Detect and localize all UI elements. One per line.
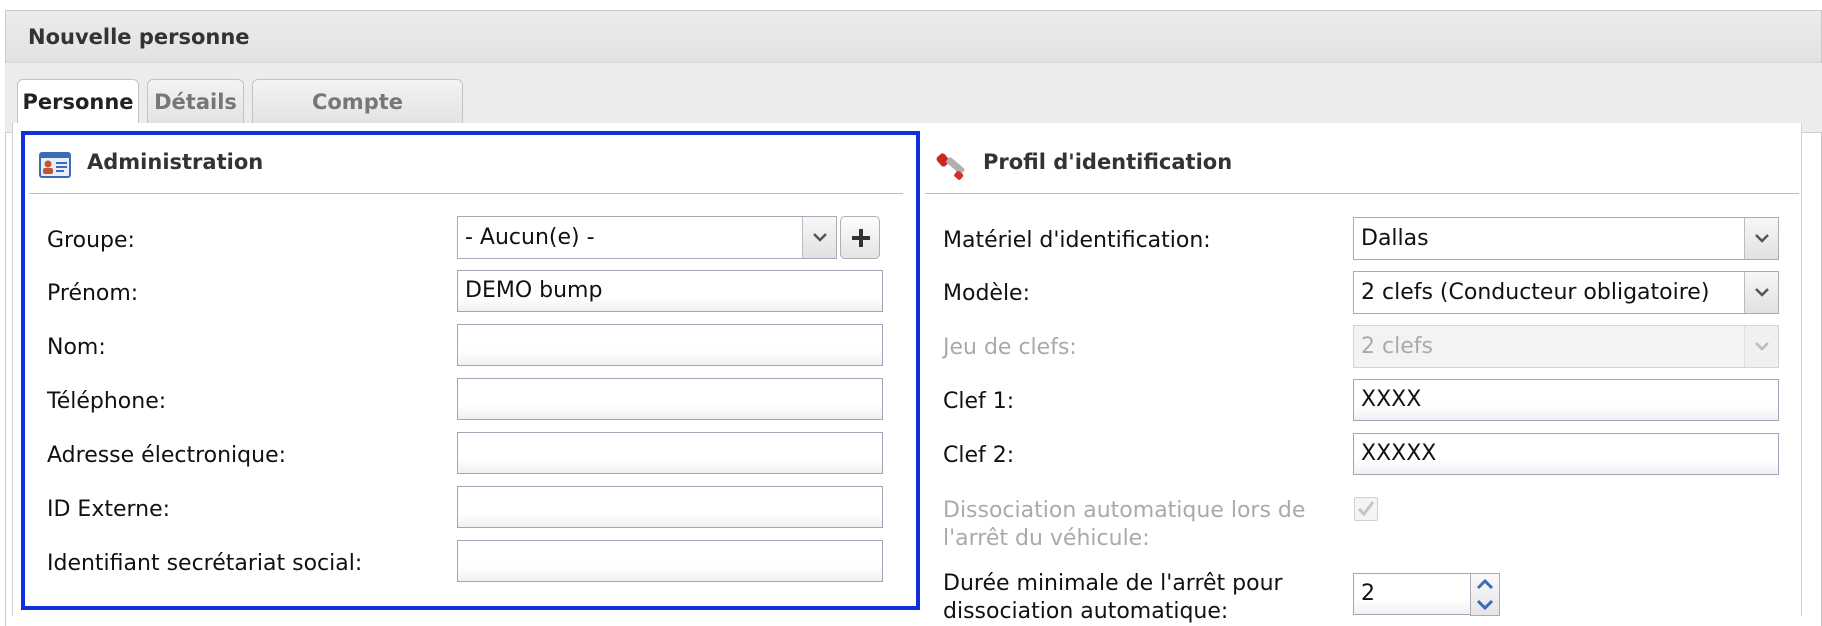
materiel-label: Matériel d'identification: xyxy=(943,228,1211,253)
modele-label: Modèle: xyxy=(943,281,1031,306)
duree-label-line2: dissociation automatique: xyxy=(943,599,1229,624)
duree-input[interactable]: 2 xyxy=(1353,573,1471,615)
chevron-down-icon xyxy=(1744,326,1778,367)
chevron-down-icon[interactable] xyxy=(1744,218,1778,259)
profil-header: Profil d'identification xyxy=(925,130,1799,194)
modele-select[interactable]: 2 clefs (Conducteur obligatoire) xyxy=(1353,271,1779,314)
clef1-input[interactable]: XXXX xyxy=(1353,379,1779,421)
chevron-down-icon[interactable] xyxy=(1475,598,1495,612)
checkmark-icon xyxy=(1357,501,1375,517)
dissociation-label-line1: Dissociation automatique lors de xyxy=(943,498,1306,523)
jeu-de-clefs-select: 2 clefs xyxy=(1353,325,1779,368)
chevron-down-icon[interactable] xyxy=(1744,272,1778,313)
clef2-label: Clef 2: xyxy=(943,443,1015,468)
tab-compte-utilisateur[interactable]: Compte utilisateur xyxy=(252,79,463,158)
modele-select-value: 2 clefs (Conducteur obligatoire) xyxy=(1361,280,1710,305)
tab-details[interactable]: Détails xyxy=(147,79,244,124)
clef2-input[interactable]: XXXXX xyxy=(1353,433,1779,475)
dissociation-label: Dissociation automatique lors de l'arrêt… xyxy=(943,497,1305,553)
dissociation-label-line2: l'arrêt du véhicule: xyxy=(943,526,1150,551)
materiel-select-value: Dallas xyxy=(1361,226,1429,251)
clef1-label: Clef 1: xyxy=(943,389,1015,414)
administration-highlight-frame xyxy=(21,131,920,610)
duree-label-line1: Durée minimale de l'arrêt pour xyxy=(943,571,1283,596)
duree-label: Durée minimale de l'arrêt pour dissociat… xyxy=(943,570,1283,626)
materiel-select[interactable]: Dallas xyxy=(1353,217,1779,260)
dissociation-checkbox xyxy=(1354,497,1378,521)
tab-personne[interactable]: Personne xyxy=(17,79,139,125)
profil-title: Profil d'identification xyxy=(983,150,1233,174)
key-icon xyxy=(935,150,969,189)
dialog-title: Nouvelle personne xyxy=(6,11,1821,63)
duree-spinner[interactable] xyxy=(1470,573,1500,616)
jeu-de-clefs-value: 2 clefs xyxy=(1361,334,1433,359)
chevron-up-icon[interactable] xyxy=(1475,577,1495,591)
jeu-de-clefs-label: Jeu de clefs: xyxy=(943,335,1077,360)
